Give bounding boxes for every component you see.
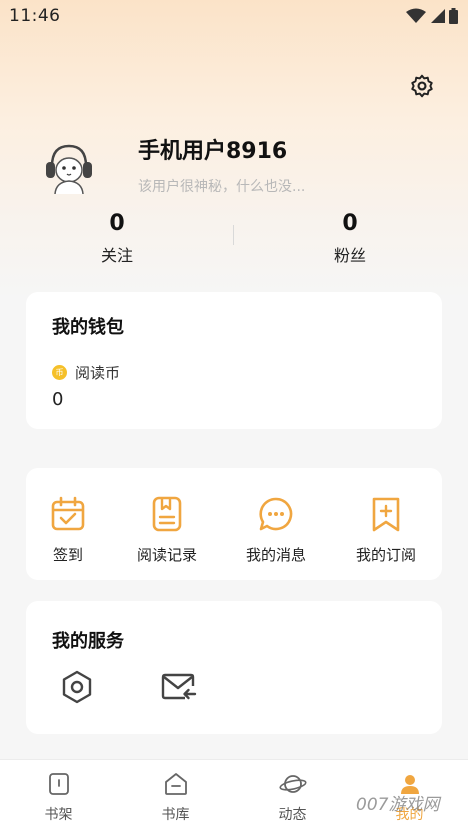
bookshelf-icon <box>48 773 69 795</box>
coin-row: 币 阅读币 <box>52 362 120 383</box>
library-icon <box>164 773 187 795</box>
service-settings-button[interactable] <box>57 667 97 707</box>
status-bar: 11:46 <box>0 0 468 32</box>
coin-balance: 0 <box>52 389 64 410</box>
my-subscriptions-button[interactable]: 我的订阅 <box>336 496 436 565</box>
my-subscriptions-label: 我的订阅 <box>355 546 416 564</box>
message-icon <box>259 497 293 531</box>
username[interactable]: 手机用户8916 <box>138 133 287 165</box>
reading-record-button[interactable]: 阅读记录 <box>117 496 217 565</box>
nav-item-feed[interactable]: 动态 <box>234 770 351 824</box>
avatar[interactable] <box>40 138 98 196</box>
planet-icon <box>278 775 307 793</box>
settings-button[interactable] <box>406 70 438 102</box>
following-label: 关注 <box>100 246 133 265</box>
my-messages-button[interactable]: 我的消息 <box>226 496 326 565</box>
nav-item-library[interactable]: 书库 <box>117 770 234 824</box>
nav-item-bookshelf[interactable]: 书架 <box>0 770 117 824</box>
services-card: 我的服务 <box>26 601 442 734</box>
features-card: 签到 阅读记录 我的消息 我的订阅 <box>26 468 442 580</box>
followers-stat[interactable]: 0 粉丝 <box>290 210 410 266</box>
reading-record-icon <box>152 496 182 532</box>
wallet-card[interactable]: 我的钱包 币 阅读币 0 <box>26 292 442 429</box>
calendar-check-icon <box>51 496 85 531</box>
mail-reply-icon <box>161 673 197 700</box>
reading-record-label: 阅读记录 <box>136 546 197 564</box>
subscribe-icon <box>372 497 400 532</box>
status-time: 11:46 <box>9 6 61 26</box>
services-title: 我的服务 <box>52 631 124 652</box>
sign-in-button[interactable]: 签到 <box>18 496 118 565</box>
hexagon-settings-icon <box>62 670 92 704</box>
bunny-headphones-avatar-icon <box>46 144 92 195</box>
signal-icon <box>431 9 445 23</box>
my-messages-label: 我的消息 <box>245 546 306 564</box>
coin-icon: 币 <box>52 365 67 380</box>
following-stat[interactable]: 0 关注 <box>57 210 177 266</box>
coin-label: 阅读币 <box>75 364 121 382</box>
status-icons <box>406 8 458 24</box>
stat-divider <box>233 225 234 245</box>
followers-count: 0 <box>342 211 358 236</box>
sign-in-label: 签到 <box>52 546 83 564</box>
followers-label: 粉丝 <box>333 246 366 265</box>
battery-icon <box>449 8 458 24</box>
user-bio[interactable]: 该用户很神秘，什么也没... <box>138 176 305 196</box>
following-count: 0 <box>109 211 125 236</box>
wifi-icon <box>406 8 426 23</box>
wallet-title: 我的钱包 <box>52 317 124 338</box>
nav-label-feed: 动态 <box>278 807 307 823</box>
gear-icon <box>411 74 433 98</box>
nav-label-bookshelf: 书架 <box>44 807 73 823</box>
nav-label-library: 书库 <box>161 807 190 823</box>
service-mail-button[interactable] <box>159 667 199 707</box>
watermark: 007游戏网 <box>356 795 440 815</box>
